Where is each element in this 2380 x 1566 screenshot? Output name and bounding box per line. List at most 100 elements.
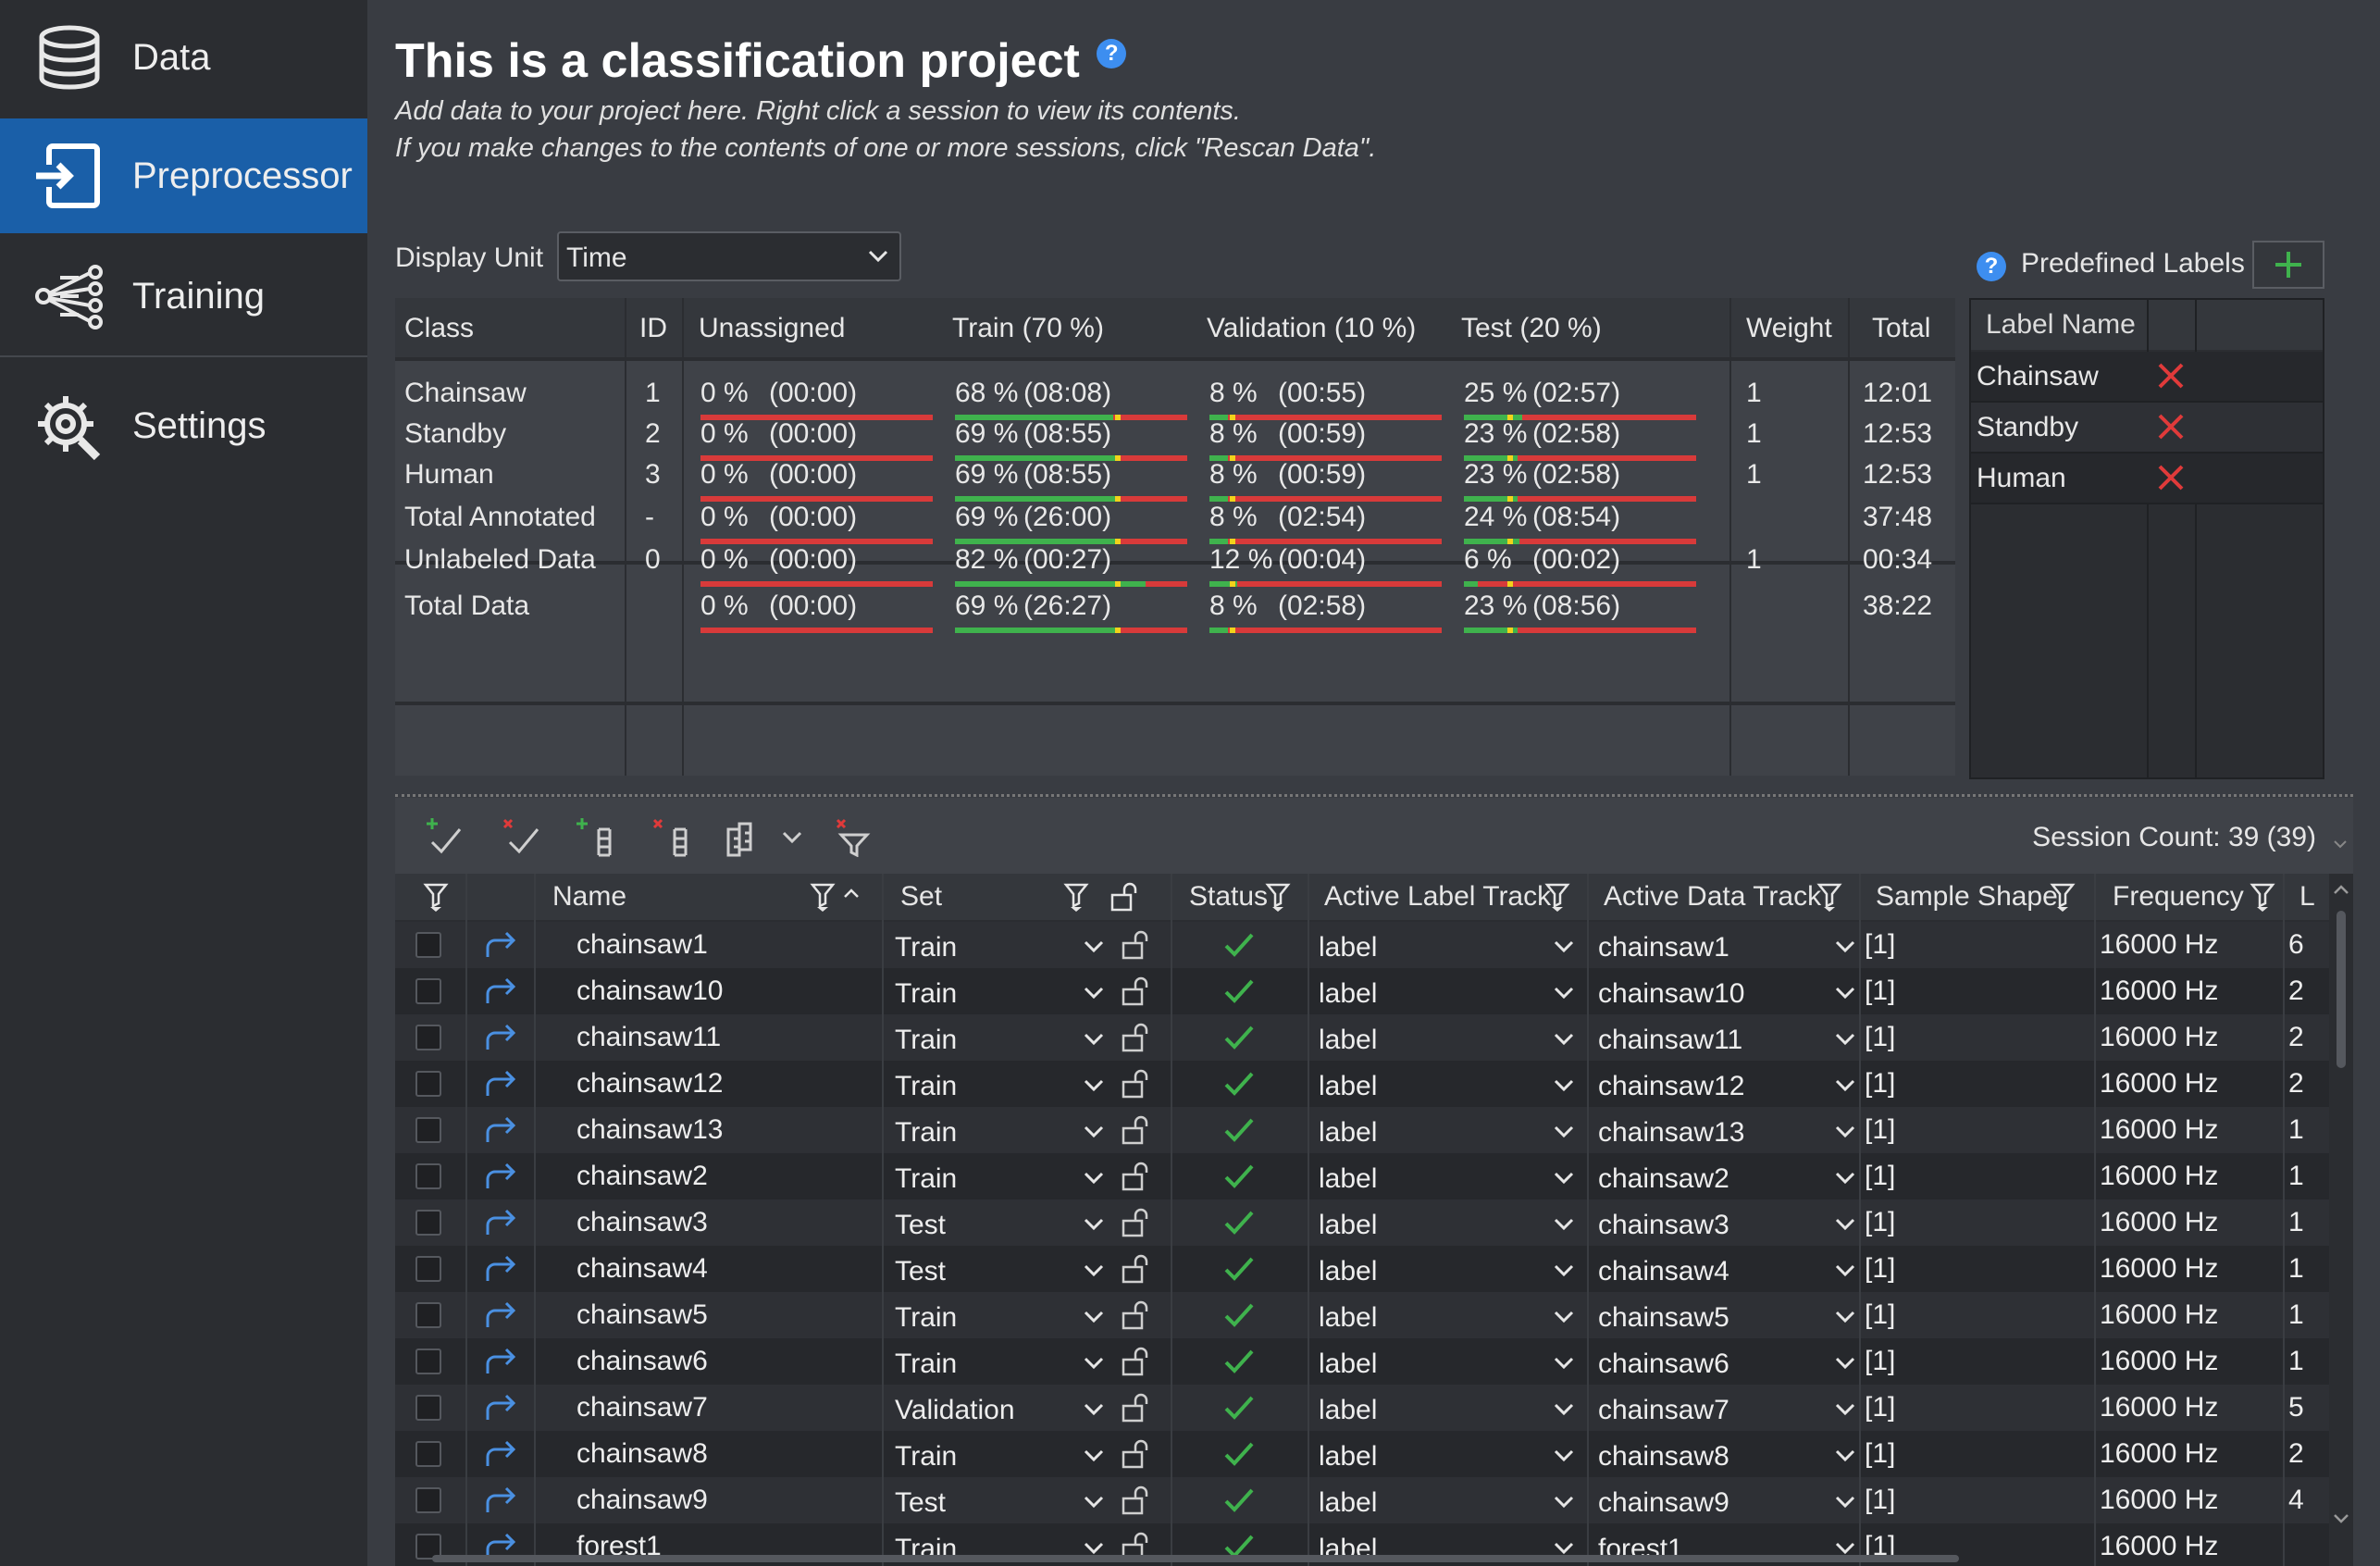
filter-icon[interactable]: [2050, 881, 2076, 913]
unlock-icon[interactable]: [1109, 881, 1141, 913]
select-all-icon[interactable]: [423, 816, 464, 857]
chevron-down-icon[interactable]: [778, 816, 806, 857]
table-row[interactable]: chainsaw2 Train label chainsaw2 [1] 16000 Hz 1: [395, 1153, 2329, 1199]
column-header-set[interactable]: Set: [900, 881, 942, 913]
data-track-select[interactable]: chainsaw6: [1593, 1338, 1861, 1385]
label-track-select[interactable]: label: [1313, 922, 1585, 968]
unlock-icon[interactable]: [1121, 1068, 1152, 1100]
column-header-label-track[interactable]: Active Label Track: [1324, 881, 1551, 913]
data-track-select[interactable]: chainsaw10: [1593, 968, 1861, 1014]
nav-preprocessor[interactable]: Preprocessor: [0, 118, 367, 233]
table-row[interactable]: chainsaw13 Train label chainsaw13 [1] 16000 H…: [395, 1107, 2329, 1153]
remove-session-icon[interactable]: [651, 816, 691, 857]
link-arrow-icon[interactable]: [482, 1253, 519, 1285]
column-header-frequency[interactable]: Frequency: [2113, 881, 2244, 913]
unlock-icon[interactable]: [1121, 1485, 1152, 1516]
scroll-up-icon[interactable]: [2333, 883, 2349, 896]
filter-icon[interactable]: [2250, 881, 2275, 913]
set-select[interactable]: Validation: [887, 1385, 1106, 1431]
data-track-select[interactable]: chainsaw11: [1593, 1014, 1861, 1061]
set-select[interactable]: Train: [887, 1153, 1106, 1199]
unlock-icon[interactable]: [1121, 1022, 1152, 1053]
predefined-labels-help-icon[interactable]: ?: [1977, 252, 2006, 281]
label-track-select[interactable]: label: [1313, 1477, 1585, 1523]
table-row[interactable]: chainsaw10 Train label chainsaw10 [1] 16000 H…: [395, 968, 2329, 1014]
set-select[interactable]: Train: [887, 1014, 1106, 1061]
row-checkbox[interactable]: [415, 1395, 441, 1421]
data-track-select[interactable]: chainsaw13: [1593, 1107, 1861, 1153]
clear-filter-icon[interactable]: [834, 816, 874, 857]
nav-settings[interactable]: Settings: [0, 368, 367, 483]
horizontal-scroll-thumb[interactable]: [432, 1555, 1959, 1562]
help-icon[interactable]: ?: [1097, 39, 1127, 68]
data-track-select[interactable]: chainsaw7: [1593, 1385, 1861, 1431]
link-arrow-icon[interactable]: [482, 1114, 519, 1146]
label-track-select[interactable]: label: [1313, 1107, 1585, 1153]
unlock-icon[interactable]: [1121, 1114, 1152, 1146]
unlock-icon[interactable]: [1121, 1161, 1152, 1192]
scroll-down-icon[interactable]: [2333, 1512, 2349, 1525]
filter-icon[interactable]: [1816, 881, 1842, 913]
label-row[interactable]: Standby: [1971, 403, 2323, 454]
data-track-select[interactable]: chainsaw12: [1593, 1061, 1861, 1107]
set-select[interactable]: Train: [887, 968, 1106, 1014]
set-select[interactable]: Train: [887, 922, 1106, 968]
filter-icon[interactable]: [1544, 881, 1570, 913]
display-unit-select[interactable]: Time: [557, 231, 901, 281]
filter-icon[interactable]: [1063, 881, 1089, 913]
column-header-name[interactable]: Name: [552, 881, 626, 913]
data-track-select[interactable]: chainsaw8: [1593, 1431, 1861, 1477]
sort-ascending-icon[interactable]: [843, 887, 860, 900]
link-arrow-icon[interactable]: [482, 1438, 519, 1470]
label-track-select[interactable]: label: [1313, 968, 1585, 1014]
unlock-icon[interactable]: [1121, 929, 1152, 961]
link-arrow-icon[interactable]: [482, 1022, 519, 1053]
set-select[interactable]: Train: [887, 1292, 1106, 1338]
link-arrow-icon[interactable]: [482, 1068, 519, 1100]
scroll-thumb[interactable]: [2337, 911, 2346, 1068]
label-track-select[interactable]: label: [1313, 1246, 1585, 1292]
label-track-select[interactable]: label: [1313, 1153, 1585, 1199]
data-track-select[interactable]: chainsaw5: [1593, 1292, 1861, 1338]
label-track-select[interactable]: label: [1313, 1061, 1585, 1107]
data-track-select[interactable]: chainsaw3: [1593, 1199, 1861, 1246]
vertical-scrollbar[interactable]: [2329, 874, 2353, 1566]
add-label-button[interactable]: [2252, 241, 2324, 289]
label-track-select[interactable]: label: [1313, 1292, 1585, 1338]
unlock-icon[interactable]: [1121, 1346, 1152, 1377]
label-track-select[interactable]: label: [1313, 1014, 1585, 1061]
column-header-length[interactable]: L: [2299, 881, 2315, 913]
data-track-select[interactable]: chainsaw2: [1593, 1153, 1861, 1199]
unlock-icon[interactable]: [1121, 1207, 1152, 1238]
table-row[interactable]: chainsaw3 Test label chainsaw3 [1] 16000 Hz 1: [395, 1199, 2329, 1246]
link-arrow-icon[interactable]: [482, 1161, 519, 1192]
label-track-select[interactable]: label: [1313, 1338, 1585, 1385]
add-session-icon[interactable]: [575, 816, 615, 857]
delete-label-button[interactable]: [2154, 359, 2188, 392]
set-select[interactable]: Train: [887, 1431, 1106, 1477]
data-track-select[interactable]: chainsaw1: [1593, 922, 1861, 968]
link-arrow-icon[interactable]: [482, 1207, 519, 1238]
data-track-select[interactable]: chainsaw4: [1593, 1246, 1861, 1292]
label-track-select[interactable]: label: [1313, 1431, 1585, 1477]
row-checkbox[interactable]: [415, 1163, 441, 1189]
unlock-icon[interactable]: [1121, 1438, 1152, 1470]
row-checkbox[interactable]: [415, 1071, 441, 1097]
label-track-select[interactable]: label: [1313, 1385, 1585, 1431]
column-header-status[interactable]: Status: [1189, 881, 1268, 913]
table-row[interactable]: chainsaw12 Train label chainsaw12 [1] 16000 H…: [395, 1061, 2329, 1107]
table-row[interactable]: chainsaw4 Test label chainsaw4 [1] 16000 Hz 1: [395, 1246, 2329, 1292]
nav-data[interactable]: Data: [0, 0, 367, 115]
row-checkbox[interactable]: [415, 1487, 441, 1513]
link-arrow-icon[interactable]: [482, 1346, 519, 1377]
column-header-sample-shape[interactable]: Sample Shape: [1876, 881, 2058, 913]
splitter[interactable]: [395, 794, 2353, 797]
delete-label-button[interactable]: [2154, 410, 2188, 443]
row-checkbox[interactable]: [415, 1441, 441, 1467]
set-select[interactable]: Test: [887, 1477, 1106, 1523]
unlock-icon[interactable]: [1121, 1392, 1152, 1423]
table-row[interactable]: chainsaw11 Train label chainsaw11 [1] 16000 H…: [395, 1014, 2329, 1061]
columns-icon[interactable]: [721, 816, 762, 857]
row-checkbox[interactable]: [415, 1117, 441, 1143]
link-arrow-icon[interactable]: [482, 929, 519, 961]
